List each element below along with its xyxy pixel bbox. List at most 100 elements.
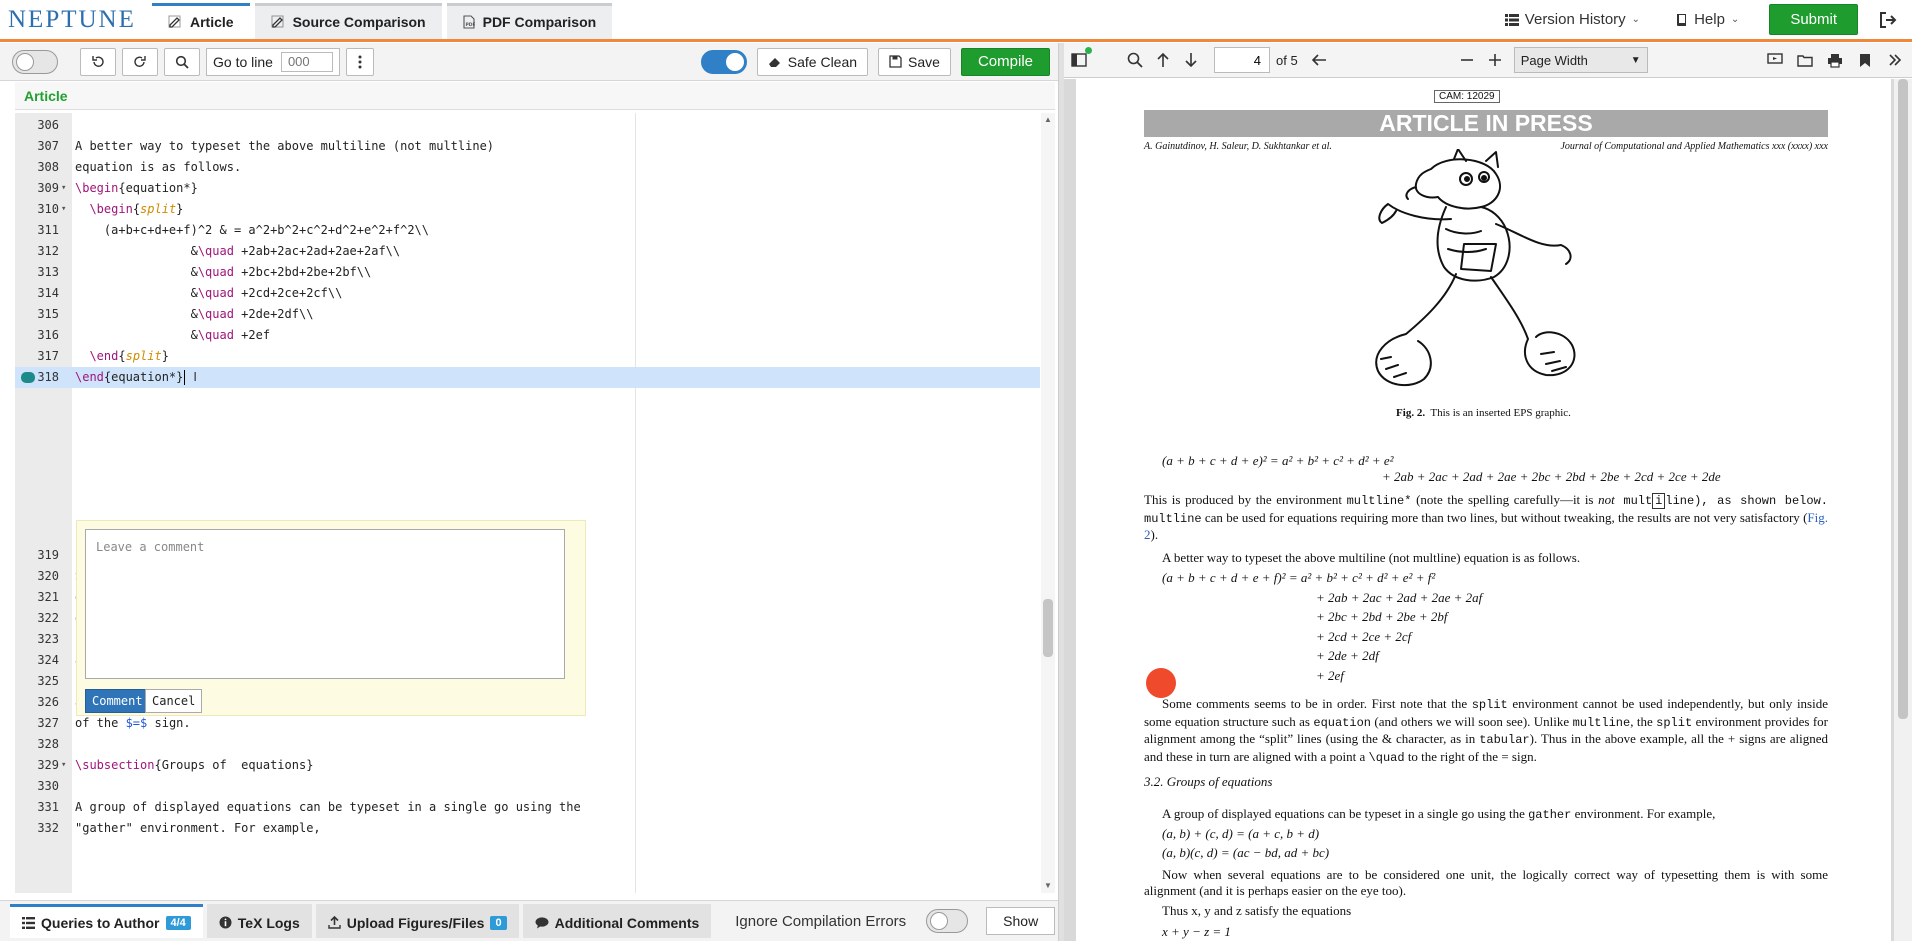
help-menu[interactable]: Help ⌄ xyxy=(1658,11,1757,28)
para1-text-a: This is produced by the environment xyxy=(1144,492,1347,507)
pdf-scrollbar[interactable] xyxy=(1894,79,1912,941)
chevron-down-icon: ▼ xyxy=(1630,54,1641,66)
editor-line-327[interactable]: 327 of the $=$ sign. xyxy=(15,713,1040,734)
editor-line-312[interactable]: 312 &\quad +2ab+2ac+2ad+2ae+2af\\ xyxy=(15,241,1040,262)
next-page-button[interactable] xyxy=(1180,49,1202,71)
pdf-viewer[interactable]: CAM: 12029 ARTICLE IN PRESS A. Gainutdin… xyxy=(1064,79,1912,941)
print-button[interactable] xyxy=(1824,49,1846,71)
editor-line-310[interactable]: 310 ▾ \begin{split} xyxy=(15,199,1040,220)
editor-line-328[interactable]: 328 xyxy=(15,734,1040,755)
more-options-button[interactable] xyxy=(345,47,374,76)
compile-button[interactable]: Compile xyxy=(960,47,1050,76)
line-number: 315 xyxy=(37,307,59,321)
arrow-up-icon xyxy=(1157,52,1169,67)
tab-pdf-comparison[interactable]: PDF PDF Comparison xyxy=(446,2,613,39)
more-tools-button[interactable] xyxy=(1884,49,1906,71)
folder-icon xyxy=(1797,55,1813,67)
safe-clean-toggle[interactable] xyxy=(700,49,747,74)
annotation-marker[interactable] xyxy=(1146,668,1176,698)
editor-line-330[interactable]: 330 xyxy=(15,776,1040,797)
editor-line-308[interactable]: 308 equation is as follows. xyxy=(15,157,1040,178)
editor-line-329[interactable]: 329 ▾ \subsection{Groups of equations} xyxy=(15,755,1040,776)
comment-submit-button[interactable]: Comment xyxy=(85,689,150,713)
ignore-errors-toggle[interactable] xyxy=(926,909,969,933)
editor-line-316[interactable]: 316 &\quad +2ef xyxy=(15,325,1040,346)
line-number: 307 xyxy=(37,139,59,153)
editor-line-318[interactable]: 318 \end{equation*} I xyxy=(15,367,1040,388)
page-number-input[interactable] xyxy=(1214,47,1270,73)
editor-line-331[interactable]: 331 A group of displayed equations can be… xyxy=(15,797,1040,818)
edit-icon xyxy=(168,15,181,28)
presentation-icon xyxy=(1767,53,1783,64)
zoom-select[interactable]: Page Width ▼ xyxy=(1513,47,1648,73)
editor-line-314[interactable]: 314 &\quad +2cd+2ce+2cf\\ xyxy=(15,283,1040,304)
editor-scrollbar[interactable]: ▲ ▼ xyxy=(1041,113,1055,893)
code-text: &\quad +2ab+2ac+2ad+2ae+2af\\ xyxy=(75,244,401,258)
bookmark-button[interactable] xyxy=(1854,49,1876,71)
line-number: 328 xyxy=(37,737,59,751)
svg-text:PDF: PDF xyxy=(465,22,475,28)
tab-tex-logs[interactable]: TeX Logs xyxy=(206,904,312,938)
undo-button[interactable] xyxy=(80,47,116,76)
prev-page-button[interactable] xyxy=(1152,49,1174,71)
editor-line-306[interactable]: 306 xyxy=(15,115,1040,136)
para1-boxed-i: i xyxy=(1652,493,1666,509)
tab-article[interactable]: Article xyxy=(152,2,250,39)
redo-icon xyxy=(134,55,146,67)
fold-toggle-icon[interactable]: ▾ xyxy=(61,755,71,776)
show-button[interactable]: Show xyxy=(986,907,1056,935)
scroll-up-arrow-icon[interactable]: ▲ xyxy=(1043,115,1053,124)
floppy-icon xyxy=(889,55,902,68)
version-history-label: Version History xyxy=(1524,11,1626,28)
undo-icon xyxy=(92,55,104,67)
save-button[interactable]: Save xyxy=(878,47,951,76)
save-label: Save xyxy=(908,53,940,70)
editor-line-315[interactable]: 315 &\quad +2de+2df\\ xyxy=(15,304,1040,325)
goto-line-input[interactable] xyxy=(280,51,333,72)
tab-additional-comments[interactable]: Additional Comments xyxy=(522,904,712,938)
equation-2-line-2: + 2ab + 2ac + 2ad + 2ae + 2af xyxy=(1316,590,1483,605)
fold-toggle-icon[interactable]: ▾ xyxy=(61,199,71,220)
tab-queries-to-author[interactable]: Queries to Author 4/4 xyxy=(10,904,203,938)
editor-line-307[interactable]: 307 A better way to typeset the above mul… xyxy=(15,136,1040,157)
line-number: 324 xyxy=(37,653,59,667)
safe-clean-button[interactable]: Safe Clean xyxy=(756,47,869,76)
code-text: A group of displayed equations can be ty… xyxy=(75,800,581,814)
para3-code-tabular: tabular xyxy=(1479,733,1530,747)
sidebar-toggle-icon xyxy=(1071,53,1087,67)
logout-icon[interactable] xyxy=(1878,10,1898,30)
version-history-menu[interactable]: Version History ⌄ xyxy=(1487,11,1658,28)
editor-line-309[interactable]: 309 ▾ \begin{equation*} xyxy=(15,178,1040,199)
back-button[interactable] xyxy=(1308,49,1330,71)
open-file-button[interactable] xyxy=(1794,49,1816,71)
pdf-scrollbar-thumb[interactable] xyxy=(1898,79,1908,719)
tab-tex-logs-label: TeX Logs xyxy=(237,914,300,931)
presentation-button[interactable] xyxy=(1764,49,1786,71)
editor-line-313[interactable]: 313 &\quad +2bc+2bd+2be+2bf\\ xyxy=(15,262,1040,283)
tab-source-comparison[interactable]: Source Comparison xyxy=(254,2,442,39)
fold-toggle-icon[interactable]: ▾ xyxy=(61,178,71,199)
pdf-search-button[interactable] xyxy=(1124,49,1146,71)
editor-line-332[interactable]: 332 "gather" environment. For example, xyxy=(15,818,1040,839)
redo-button[interactable] xyxy=(122,47,158,76)
editor-line-311[interactable]: 311 (a+b+c+d+e+f)^2 & = a^2+b^2+c^2+d^2+… xyxy=(15,220,1040,241)
comment-bubble-icon[interactable] xyxy=(21,372,35,383)
line-number: 332 xyxy=(37,821,59,835)
scroll-down-arrow-icon[interactable]: ▼ xyxy=(1043,881,1053,890)
editor-line-317[interactable]: 317 \end{split} xyxy=(15,346,1040,367)
zoom-in-button[interactable] xyxy=(1484,49,1506,71)
search-button[interactable] xyxy=(164,47,200,76)
code-text: &\quad +2ef xyxy=(75,328,271,342)
zoom-out-button[interactable] xyxy=(1456,49,1478,71)
editor-mode-toggle[interactable] xyxy=(12,49,58,74)
comment-cancel-button[interactable]: Cancel xyxy=(145,689,203,713)
tab-upload-figures[interactable]: Upload Figures/Files 0 xyxy=(315,904,519,938)
code-editor[interactable]: 306 307 A better way to typeset the above … xyxy=(15,113,1055,893)
pdf-toolbar: of 5 Page Width ▼ xyxy=(1064,43,1912,78)
info-icon xyxy=(219,916,232,929)
submit-button[interactable]: Submit xyxy=(1769,4,1858,35)
editor-scrollbar-thumb[interactable] xyxy=(1043,599,1053,657)
equation-4-line-1: x + y − z = 1 xyxy=(1162,924,1231,939)
comment-textarea[interactable] xyxy=(85,529,565,679)
sidebar-toggle-button[interactable] xyxy=(1068,47,1092,71)
